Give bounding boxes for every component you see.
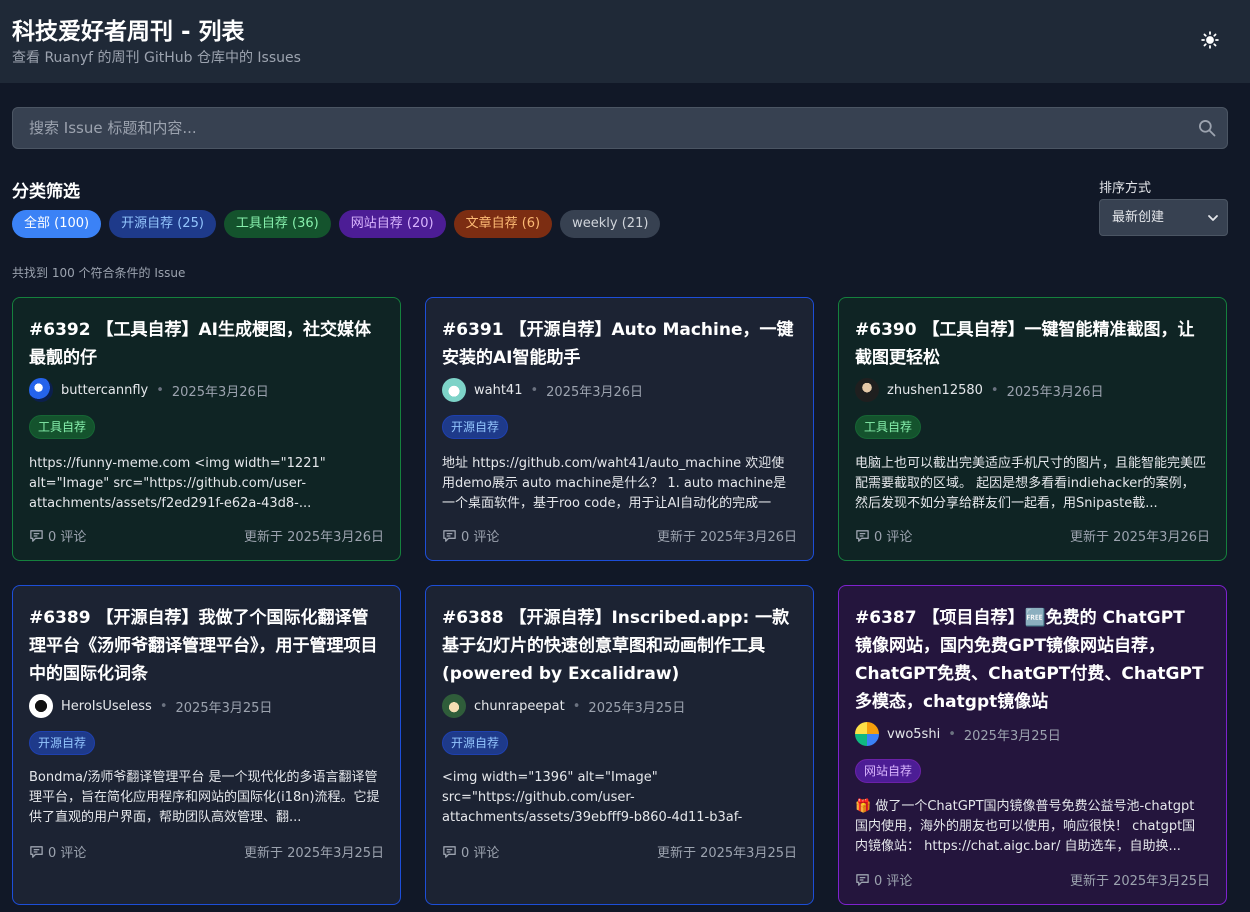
issue-card[interactable]: #6392 【工具自荐】AI生成梗图，社交媒体最靓的仔 buttercannfl… [12, 297, 401, 561]
filter-chip-weekly[interactable]: weekly (21) [560, 210, 661, 238]
issue-comments: 0 评论 [855, 870, 912, 889]
issue-body: 电脑上也可以截出完美适应手机尺寸的图片，且能智能完美匹配需要截取的区域。 起因是… [855, 456, 1207, 511]
issue-meta: buttercannfly • 2025年3月26日 [29, 378, 269, 402]
avatar [29, 378, 53, 402]
issue-title[interactable]: #6391 【开源自荐】Auto Machine，一键安装的AI智能助手 [442, 316, 794, 372]
comment-icon [443, 846, 456, 858]
comment-count: 0 评论 [48, 530, 87, 545]
search-icon[interactable] [1197, 118, 1217, 138]
comment-count: 0 评论 [461, 846, 500, 861]
issue-author: waht41 [474, 382, 523, 398]
separator-dot: • [156, 382, 164, 398]
sun-icon [1201, 31, 1219, 49]
theme-toggle-button[interactable] [1196, 26, 1224, 54]
issue-author: vwo5shi [887, 726, 941, 742]
filter-chip-open-source[interactable]: 开源自荐 (25) [109, 210, 216, 238]
filter-heading: 分类筛选 [12, 182, 80, 202]
sort-selected-value: 最新创建 [1112, 210, 1165, 225]
issue-comments: 0 评论 [29, 526, 86, 545]
issue-author: chunrapeepat [474, 698, 565, 714]
issue-date: 2025年3月26日 [1006, 384, 1104, 400]
issue-updated: 更新于 2025年3月26日 [1069, 530, 1210, 545]
separator-dot: • [159, 698, 168, 714]
issue-body: https://funny-meme.com <img width="1221"… [29, 456, 326, 511]
issue-tag: 工具自荐 [29, 415, 96, 439]
search-bar [12, 107, 1228, 149]
sort-select[interactable]: 最新创建 [1099, 199, 1228, 236]
comment-icon [856, 530, 869, 542]
issue-comments: 0 评论 [442, 842, 499, 861]
comment-count: 0 评论 [461, 530, 500, 545]
separator-dot: • [990, 382, 999, 398]
issue-comments: 0 评论 [855, 526, 912, 545]
page-title: 科技爱好者周刊 - 列表 [12, 19, 245, 45]
avatar [855, 378, 879, 402]
issue-card[interactable]: #6390 【工具自荐】一键智能精准截图，让截图更轻松 zhushen12580… [838, 297, 1227, 561]
comment-icon [443, 530, 456, 542]
avatar [442, 694, 466, 718]
issue-meta: waht41 • 2025年3月26日 [442, 378, 643, 402]
issue-updated: 更新于 2025年3月25日 [1069, 874, 1210, 889]
comment-icon [856, 874, 869, 886]
issue-date: 2025年3月25日 [963, 728, 1061, 744]
issue-updated: 更新于 2025年3月26日 [656, 530, 797, 545]
issue-card[interactable]: #6388 【开源自荐】Inscribed.app: 一款基于幻灯片的快速创意草… [425, 585, 814, 905]
issue-updated: 更新于 2025年3月25日 [656, 846, 797, 861]
issue-body: Bondma/汤师爷翻译管理平台 是一个现代化的多语言翻译管理平台，旨在简化应用… [29, 770, 380, 825]
issue-date: 2025年3月25日 [175, 700, 273, 716]
issue-card[interactable]: #6387 【项目自荐】🆓免费的 ChatGPT 镜像网站，国内免费GPT镜像网… [838, 585, 1227, 905]
avatar [442, 378, 466, 402]
issue-meta: zhushen12580 • 2025年3月26日 [855, 378, 1104, 402]
issue-comments: 0 评论 [442, 526, 499, 545]
separator-dot: • [530, 382, 539, 398]
filter-chips: 全部 (100) 开源自荐 (25) 工具自荐 (36) 网站自荐 (20) 文… [12, 210, 661, 238]
issue-updated: 更新于 2025年3月26日 [243, 530, 384, 545]
page-subtitle: 查看 Ruanyf 的周刊 GitHub 仓库中的 Issues [12, 50, 301, 66]
result-count: 共找到 100 个符合条件的 Issue [12, 266, 186, 280]
issue-title[interactable]: #6392 【工具自荐】AI生成梗图，社交媒体最靓的仔 [29, 316, 381, 372]
comment-icon [30, 846, 43, 858]
issue-tag: 开源自荐 [442, 415, 509, 439]
separator-dot: • [572, 698, 581, 714]
issue-comments: 0 评论 [29, 842, 86, 861]
issue-updated: 更新于 2025年3月25日 [243, 846, 384, 861]
comment-count: 0 评论 [874, 530, 913, 545]
comment-count: 0 评论 [48, 846, 87, 861]
issue-tag: 网站自荐 [855, 759, 922, 783]
comment-count: 0 评论 [874, 874, 913, 889]
issue-author: zhushen12580 [887, 382, 983, 398]
avatar [855, 722, 879, 746]
issue-body: 地址 https://github.com/waht41/auto_machin… [442, 456, 787, 511]
issue-meta: chunrapeepat • 2025年3月25日 [442, 694, 685, 718]
search-input[interactable] [13, 108, 1183, 148]
issue-title[interactable]: #6387 【项目自荐】🆓免费的 ChatGPT 镜像网站，国内免费GPT镜像网… [855, 604, 1207, 716]
issue-title[interactable]: #6389 【开源自荐】我做了个国际化翻译管理平台《汤师爷翻译管理平台》，用于管… [29, 604, 381, 688]
issue-title[interactable]: #6390 【工具自荐】一键智能精准截图，让截图更轻松 [855, 316, 1207, 372]
issue-author: HeroIsUseless [61, 698, 152, 714]
issue-body: <img width="1396" alt="Image" src="https… [442, 770, 743, 825]
issue-tag: 开源自荐 [442, 731, 509, 755]
filter-chip-websites[interactable]: 网站自荐 (20) [338, 210, 446, 238]
sort-label: 排序方式 [1099, 181, 1152, 196]
issue-date: 2025年3月26日 [171, 384, 269, 400]
issue-tag: 开源自荐 [29, 731, 96, 755]
issue-author: buttercannfly [61, 382, 149, 398]
comment-icon [30, 530, 43, 542]
issue-date: 2025年3月26日 [546, 384, 644, 400]
filter-chip-articles[interactable]: 文章自荐 (6) [453, 210, 553, 238]
chevron-down-icon [1208, 215, 1218, 221]
issue-title[interactable]: #6388 【开源自荐】Inscribed.app: 一款基于幻灯片的快速创意草… [442, 604, 794, 688]
issue-meta: vwo5shi • 2025年3月25日 [855, 722, 1061, 746]
issue-tag: 工具自荐 [855, 415, 922, 439]
app-header: 科技爱好者周刊 - 列表 查看 Ruanyf 的周刊 GitHub 仓库中的 I… [0, 0, 1250, 83]
issue-card[interactable]: #6389 【开源自荐】我做了个国际化翻译管理平台《汤师爷翻译管理平台》，用于管… [12, 585, 401, 905]
avatar [29, 694, 53, 718]
issue-date: 2025年3月25日 [588, 700, 686, 716]
separator-dot: • [948, 726, 956, 742]
issue-meta: HeroIsUseless • 2025年3月25日 [29, 694, 272, 718]
issue-body: 🎁 做了一个ChatGPT国内镜像普号免费公益号池-chatgpt国内使用，海外… [855, 799, 1196, 854]
filter-chip-all[interactable]: 全部 (100) [12, 210, 102, 238]
filter-chip-tools[interactable]: 工具自荐 (36) [223, 210, 331, 238]
issue-card[interactable]: #6391 【开源自荐】Auto Machine，一键安装的AI智能助手 wah… [425, 297, 814, 561]
